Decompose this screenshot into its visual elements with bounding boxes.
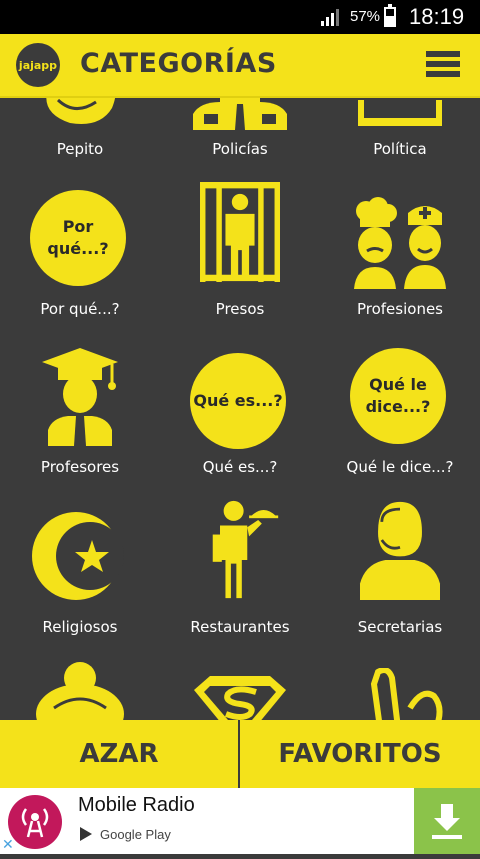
status-bar: 57% 18:19 xyxy=(0,0,480,34)
random-button[interactable]: AZAR xyxy=(0,720,238,788)
category-label: Profesores xyxy=(40,458,120,476)
category-label: Secretarias xyxy=(357,618,443,636)
category-grid: Pepito Policías Política Por qué...? Por… xyxy=(0,98,480,720)
category-profesiones[interactable]: Profesiones xyxy=(320,194,480,334)
category-pepito[interactable]: Pepito xyxy=(0,98,160,178)
speech-bubble-icon: Por qué...? xyxy=(30,190,126,286)
category-por-que[interactable]: Por qué...? Por qué...? xyxy=(0,190,160,330)
category-label: Profesiones xyxy=(356,300,443,318)
graduate-teacher-icon xyxy=(42,348,118,446)
superhero-emblem-icon xyxy=(194,676,286,720)
store-badge: Google Play xyxy=(78,826,171,842)
category-religiosos[interactable]: Religiosos xyxy=(0,508,160,648)
category-que-es[interactable]: Qué es...? Qué es...? xyxy=(160,353,320,493)
category-label: Qué le dice...? xyxy=(346,458,454,476)
boy-face-icon xyxy=(46,98,116,124)
category-politica[interactable]: Política xyxy=(320,98,480,178)
category-label: Política xyxy=(373,140,427,158)
category-label: Presos xyxy=(215,300,265,318)
battery-icon xyxy=(384,4,396,27)
waiter-icon xyxy=(212,500,279,599)
prisoner-bars-icon xyxy=(200,182,280,282)
woman-bun-icon xyxy=(36,662,124,720)
category-presos[interactable]: Presos xyxy=(160,182,320,322)
google-play-icon xyxy=(80,827,92,841)
category-que-le-dice[interactable]: Qué le dice...? Qué le dice...? xyxy=(320,348,480,488)
app-bar: jajapp CATEGORÍAS xyxy=(0,34,480,98)
category-label: Restaurantes xyxy=(190,618,290,636)
favorites-button[interactable]: FAVORITOS xyxy=(240,720,480,788)
category-secretarias[interactable]: Secretarias xyxy=(320,500,480,640)
politics-podium-icon xyxy=(358,100,442,126)
battery-percent: 57% xyxy=(350,8,381,25)
chef-and-nurse-icon xyxy=(354,197,446,289)
category-label: Policías xyxy=(212,140,268,158)
foot-hand-icon xyxy=(370,668,443,720)
clock: 18:19 xyxy=(409,4,465,29)
download-icon xyxy=(432,804,462,839)
secretary-headset-icon xyxy=(360,501,440,600)
category-superhero[interactable] xyxy=(160,676,320,720)
ad-close-icon[interactable]: ✕ xyxy=(2,836,14,853)
category-label: Pepito xyxy=(56,140,104,158)
download-button[interactable] xyxy=(414,788,480,854)
category-woman[interactable] xyxy=(0,660,160,720)
ad-title: Mobile Radio xyxy=(78,794,195,816)
police-officer-icon xyxy=(193,98,287,130)
category-restaurantes[interactable]: Restaurantes xyxy=(160,500,320,640)
category-foot-hand[interactable] xyxy=(320,668,480,720)
store-label: Google Play xyxy=(100,826,171,842)
signal-icon xyxy=(321,9,339,26)
app-logo: jajapp xyxy=(16,43,60,87)
page-title: CATEGORÍAS xyxy=(80,48,277,79)
radio-app-icon xyxy=(8,795,62,849)
category-profesores[interactable]: Profesores xyxy=(0,346,160,486)
speech-bubble-icon: Qué le dice...? xyxy=(350,348,446,444)
bottom-actions: AZAR FAVORITOS xyxy=(0,720,480,788)
category-label: Qué es...? xyxy=(202,458,278,476)
crescent-star-icon xyxy=(32,512,124,600)
ad-banner[interactable]: Mobile Radio Google Play ✕ xyxy=(0,788,480,854)
category-label: Por qué...? xyxy=(40,300,120,318)
category-label: Religiosos xyxy=(42,618,118,636)
category-policias[interactable]: Policías xyxy=(160,98,320,178)
speech-bubble-icon: Qué es...? xyxy=(190,353,286,449)
hamburger-menu-icon[interactable] xyxy=(426,49,460,79)
